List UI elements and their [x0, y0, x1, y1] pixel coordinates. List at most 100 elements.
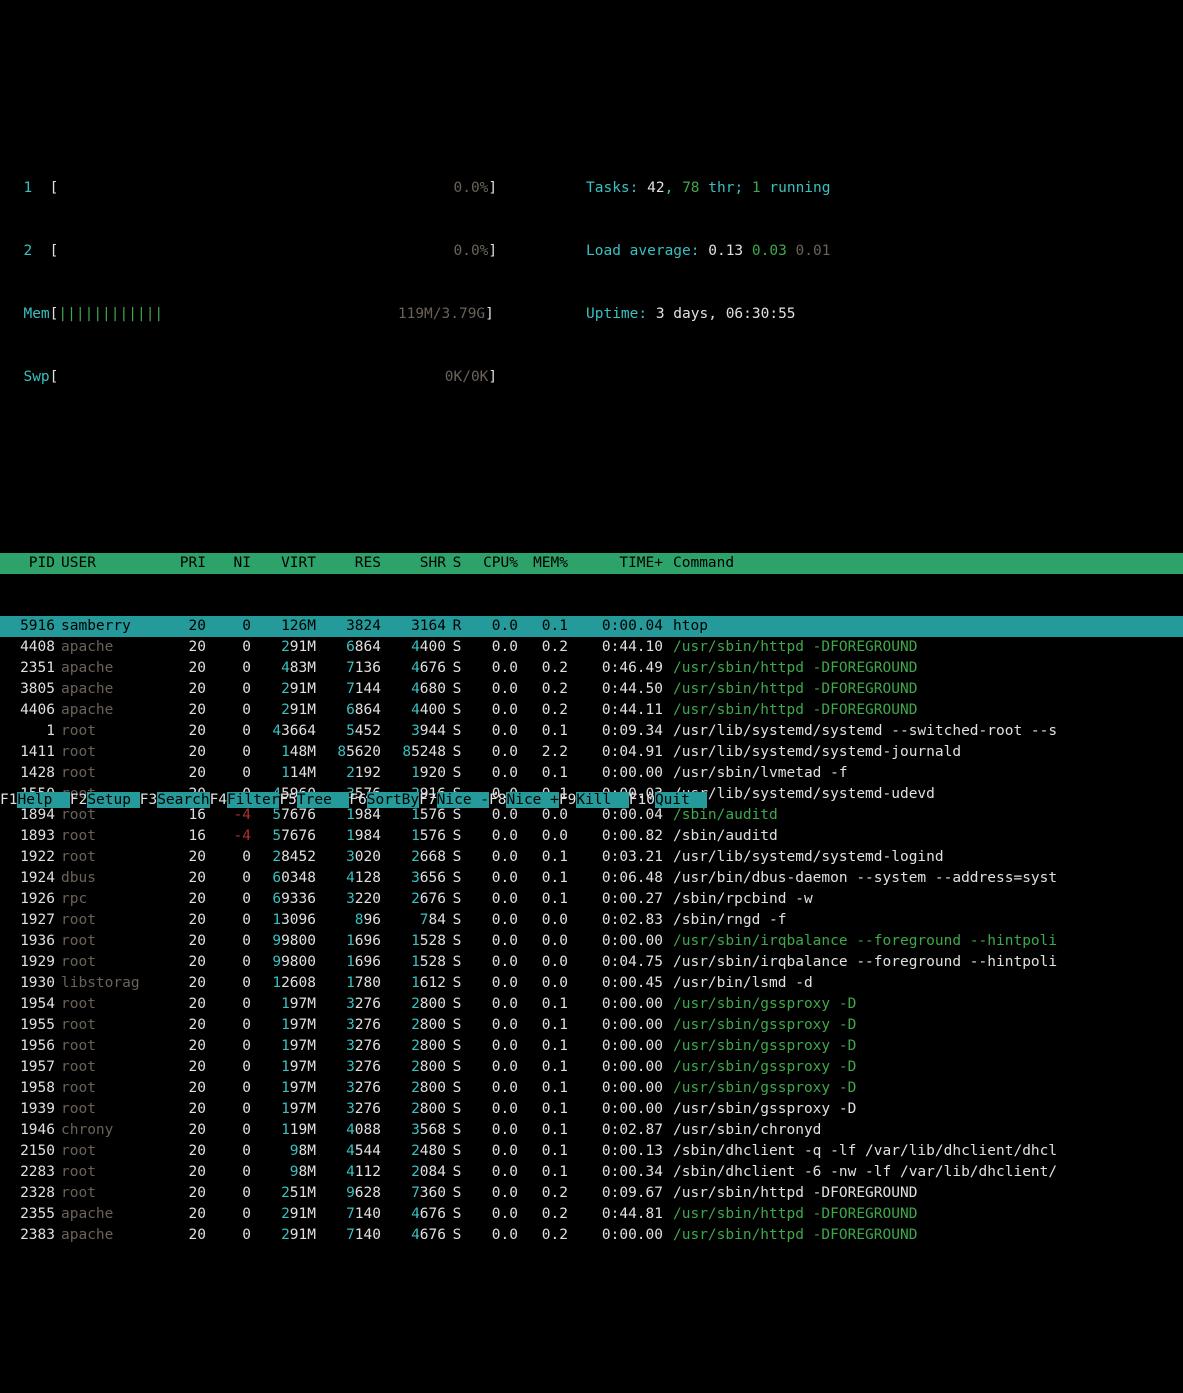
table-row[interactable]: 1929root2009980016961528S0.00.00:04.75/u…: [0, 952, 1183, 973]
cell-time: 0:44.50: [568, 679, 663, 700]
table-row[interactable]: 2150root20098M45442480S0.00.10:00.13/sbi…: [0, 1141, 1183, 1162]
cell-mem: 0.2: [518, 1204, 568, 1225]
cell-cpu: 0.0: [468, 1015, 518, 1036]
fn-label[interactable]: Nice -: [437, 792, 489, 808]
cell-time: 0:00.04: [568, 616, 663, 637]
cell-mem: 0.1: [518, 868, 568, 889]
fn-label[interactable]: Tree: [297, 792, 349, 808]
table-row[interactable]: 4406apache200291M68644400S0.00.20:44.11/…: [0, 700, 1183, 721]
function-key-bar[interactable]: F1Help F2Setup F3SearchF4FilterF5Tree F6…: [0, 790, 1183, 811]
hdr-virt[interactable]: VIRT: [251, 553, 316, 574]
cell-state: S: [446, 1183, 468, 1204]
fn-key[interactable]: F9: [559, 792, 576, 808]
table-row[interactable]: 1926rpc2006933632202676S0.00.10:00.27/sb…: [0, 889, 1183, 910]
cell-mem: 0.1: [518, 1078, 568, 1099]
hdr-cpu[interactable]: CPU%: [468, 553, 518, 574]
table-row[interactable]: 1root2004366454523944S0.00.10:09.34/usr/…: [0, 721, 1183, 742]
fn-key[interactable]: F5: [279, 792, 296, 808]
hdr-user[interactable]: USER: [55, 553, 161, 574]
cell-pri: 20: [161, 763, 206, 784]
table-row[interactable]: 1946chrony200119M40883568S0.00.10:02.87/…: [0, 1120, 1183, 1141]
load-line: Load average: 0.13 0.03 0.01: [586, 241, 1177, 262]
fn-key[interactable]: F3: [140, 792, 157, 808]
cell-cmd: /usr/sbin/gssproxy -D: [663, 1036, 1183, 1057]
fn-label[interactable]: Search: [157, 792, 209, 808]
fn-label[interactable]: Setup: [87, 792, 139, 808]
fn-label[interactable]: Help: [17, 792, 69, 808]
cell-pid: 4408: [0, 637, 55, 658]
fn-key[interactable]: F6: [349, 792, 366, 808]
fn-label[interactable]: Quit: [655, 792, 707, 808]
table-row[interactable]: 1956root200197M32762800S0.00.10:00.00/us…: [0, 1036, 1183, 1057]
hdr-shr[interactable]: SHR: [381, 553, 446, 574]
table-row[interactable]: 1428root200114M21921920S0.00.10:00.00/us…: [0, 763, 1183, 784]
cell-pri: 20: [161, 1120, 206, 1141]
process-list[interactable]: 5916samberry200126M38243164R0.00.10:00.0…: [0, 616, 1183, 1246]
table-row[interactable]: 1936root2009980016961528S0.00.00:00.00/u…: [0, 931, 1183, 952]
table-row[interactable]: 3805apache200291M71444680S0.00.20:44.50/…: [0, 679, 1183, 700]
cell-mem: 0.2: [518, 679, 568, 700]
fn-key[interactable]: F7: [419, 792, 436, 808]
cell-time: 0:00.82: [568, 826, 663, 847]
cell-state: S: [446, 1141, 468, 1162]
table-row[interactable]: 1924dbus2006034841283656S0.00.10:06.48/u…: [0, 868, 1183, 889]
cell-user: root: [55, 1057, 161, 1078]
hdr-time[interactable]: TIME+: [568, 553, 663, 574]
hdr-pid[interactable]: PID: [0, 553, 55, 574]
cell-time: 0:00.34: [568, 1162, 663, 1183]
table-row[interactable]: 1957root200197M32762800S0.00.10:00.00/us…: [0, 1057, 1183, 1078]
fn-key[interactable]: F2: [70, 792, 87, 808]
cell-time: 0:02.87: [568, 1120, 663, 1141]
table-row[interactable]: 2283root20098M41122084S0.00.10:00.34/sbi…: [0, 1162, 1183, 1183]
fn-label[interactable]: Filter: [227, 792, 279, 808]
table-row[interactable]: 1411root200148M8562085248S0.02.20:04.91/…: [0, 742, 1183, 763]
fn-key[interactable]: F8: [489, 792, 506, 808]
table-row[interactable]: 1955root200197M32762800S0.00.10:00.00/us…: [0, 1015, 1183, 1036]
fn-key[interactable]: F1: [0, 792, 17, 808]
cell-pri: 20: [161, 1141, 206, 1162]
fn-label[interactable]: SortBy: [367, 792, 419, 808]
cell-user: root: [55, 1141, 161, 1162]
fn-key[interactable]: F4: [210, 792, 227, 808]
cell-user: chrony: [55, 1120, 161, 1141]
cell-mem: 0.0: [518, 973, 568, 994]
cell-ni: 0: [206, 889, 251, 910]
cell-pri: 20: [161, 637, 206, 658]
column-headers[interactable]: PID USER PRI NI VIRT RES SHR S CPU% MEM%…: [0, 553, 1183, 574]
fn-label[interactable]: Kill: [576, 792, 628, 808]
cell-cmd: htop: [663, 616, 1183, 637]
table-row[interactable]: 5916samberry200126M38243164R0.00.10:00.0…: [0, 616, 1183, 637]
table-row[interactable]: 2383apache200291M71404676S0.00.20:00.00/…: [0, 1225, 1183, 1246]
cell-pid: 2283: [0, 1162, 55, 1183]
table-row[interactable]: 1954root200197M32762800S0.00.10:00.00/us…: [0, 994, 1183, 1015]
cell-time: 0:44.10: [568, 637, 663, 658]
hdr-cmd[interactable]: Command: [663, 553, 1183, 574]
table-row[interactable]: 2355apache200291M71404676S0.00.20:44.81/…: [0, 1204, 1183, 1225]
hdr-res[interactable]: RES: [316, 553, 381, 574]
hdr-s[interactable]: S: [446, 553, 468, 574]
table-row[interactable]: 1930libstorag2001260817801612S0.00.00:00…: [0, 973, 1183, 994]
table-row[interactable]: 1927root20013096896784S0.00.00:02.83/sbi…: [0, 910, 1183, 931]
hdr-ni[interactable]: NI: [206, 553, 251, 574]
table-row[interactable]: 2351apache200483M71364676S0.00.20:46.49/…: [0, 658, 1183, 679]
cell-cmd: /usr/sbin/httpd -DFOREGROUND: [663, 1204, 1183, 1225]
cell-cpu: 0.0: [468, 952, 518, 973]
table-row[interactable]: 1922root2002845230202668S0.00.10:03.21/u…: [0, 847, 1183, 868]
fn-key[interactable]: F10: [629, 792, 655, 808]
table-row[interactable]: 1958root200197M32762800S0.00.10:00.00/us…: [0, 1078, 1183, 1099]
fn-label[interactable]: Nice +: [506, 792, 558, 808]
cell-state: S: [446, 973, 468, 994]
cell-state: S: [446, 910, 468, 931]
cell-state: S: [446, 1204, 468, 1225]
cell-state: S: [446, 952, 468, 973]
cell-mem: 0.1: [518, 721, 568, 742]
hdr-mem[interactable]: MEM%: [518, 553, 568, 574]
table-row[interactable]: 1893root16-45767619841576S0.00.00:00.82/…: [0, 826, 1183, 847]
cell-state: S: [446, 742, 468, 763]
table-row[interactable]: 4408apache200291M68644400S0.00.20:44.10/…: [0, 637, 1183, 658]
table-row[interactable]: 2328root200251M96287360S0.00.20:09.67/us…: [0, 1183, 1183, 1204]
table-row[interactable]: 1939root200197M32762800S0.00.10:00.00/us…: [0, 1099, 1183, 1120]
hdr-pri[interactable]: PRI: [161, 553, 206, 574]
cpu2-meter: 2 [0.0%]: [6, 241, 566, 262]
cell-ni: 0: [206, 1162, 251, 1183]
